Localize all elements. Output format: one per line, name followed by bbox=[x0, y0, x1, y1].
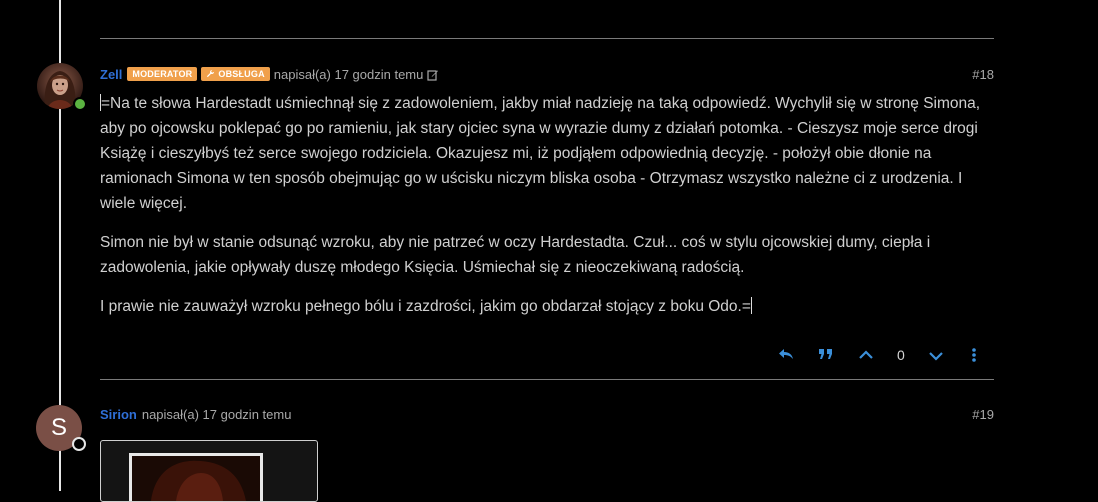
quote-icon[interactable] bbox=[818, 347, 834, 361]
post-paragraph: I prawie nie zauważył wzroku pełnego ból… bbox=[100, 298, 751, 315]
post-timestamp[interactable]: napisał(a) 17 godzin temu bbox=[142, 407, 292, 422]
moderator-badge[interactable]: MODERATOR bbox=[127, 67, 198, 81]
online-status-dot bbox=[73, 97, 87, 111]
chevron-up-icon bbox=[859, 350, 873, 359]
more-vertical-icon bbox=[972, 348, 976, 362]
reply-icon[interactable] bbox=[778, 346, 794, 362]
offline-status-dot bbox=[72, 437, 86, 451]
post-image[interactable] bbox=[100, 440, 318, 502]
downvote-button[interactable] bbox=[928, 348, 944, 364]
chevron-down-icon bbox=[929, 352, 943, 361]
edit-icon[interactable] bbox=[427, 69, 439, 81]
post-index[interactable]: #18 bbox=[972, 67, 994, 82]
post-header: Zell MODERATOR OBSŁUGA napisał(a) 17 god… bbox=[100, 64, 439, 84]
post-divider bbox=[100, 38, 994, 39]
post-paragraph: =Na te słowa Hardestadt uśmiechnął się z… bbox=[100, 95, 981, 212]
post-divider bbox=[100, 379, 994, 380]
post-actions: 0 bbox=[760, 342, 994, 368]
post-index[interactable]: #19 bbox=[972, 407, 994, 422]
post-header: Sirion napisał(a) 17 godzin temu bbox=[100, 404, 291, 424]
upvote-button[interactable] bbox=[858, 347, 874, 363]
text-caret bbox=[750, 297, 752, 314]
badge-label: OBSŁUGA bbox=[218, 69, 265, 79]
post-paragraph: Simon nie był w stanie odsunąć wzroku, a… bbox=[100, 234, 931, 276]
post-timestamp[interactable]: napisał(a) 17 godzin temu bbox=[274, 67, 424, 82]
post-content: =Na te słowa Hardestadt uśmiechnął się z… bbox=[100, 91, 1000, 333]
wrench-icon bbox=[206, 69, 215, 80]
avatar-letter: S bbox=[50, 414, 67, 441]
support-badge[interactable]: OBSŁUGA bbox=[201, 67, 270, 81]
post-image-picture bbox=[129, 453, 263, 501]
vote-count[interactable]: 0 bbox=[897, 347, 905, 363]
badge-label: MODERATOR bbox=[132, 69, 193, 79]
username-link[interactable]: Zell bbox=[100, 67, 122, 82]
post-options-button[interactable] bbox=[971, 347, 977, 363]
username-link[interactable]: Sirion bbox=[100, 407, 137, 422]
